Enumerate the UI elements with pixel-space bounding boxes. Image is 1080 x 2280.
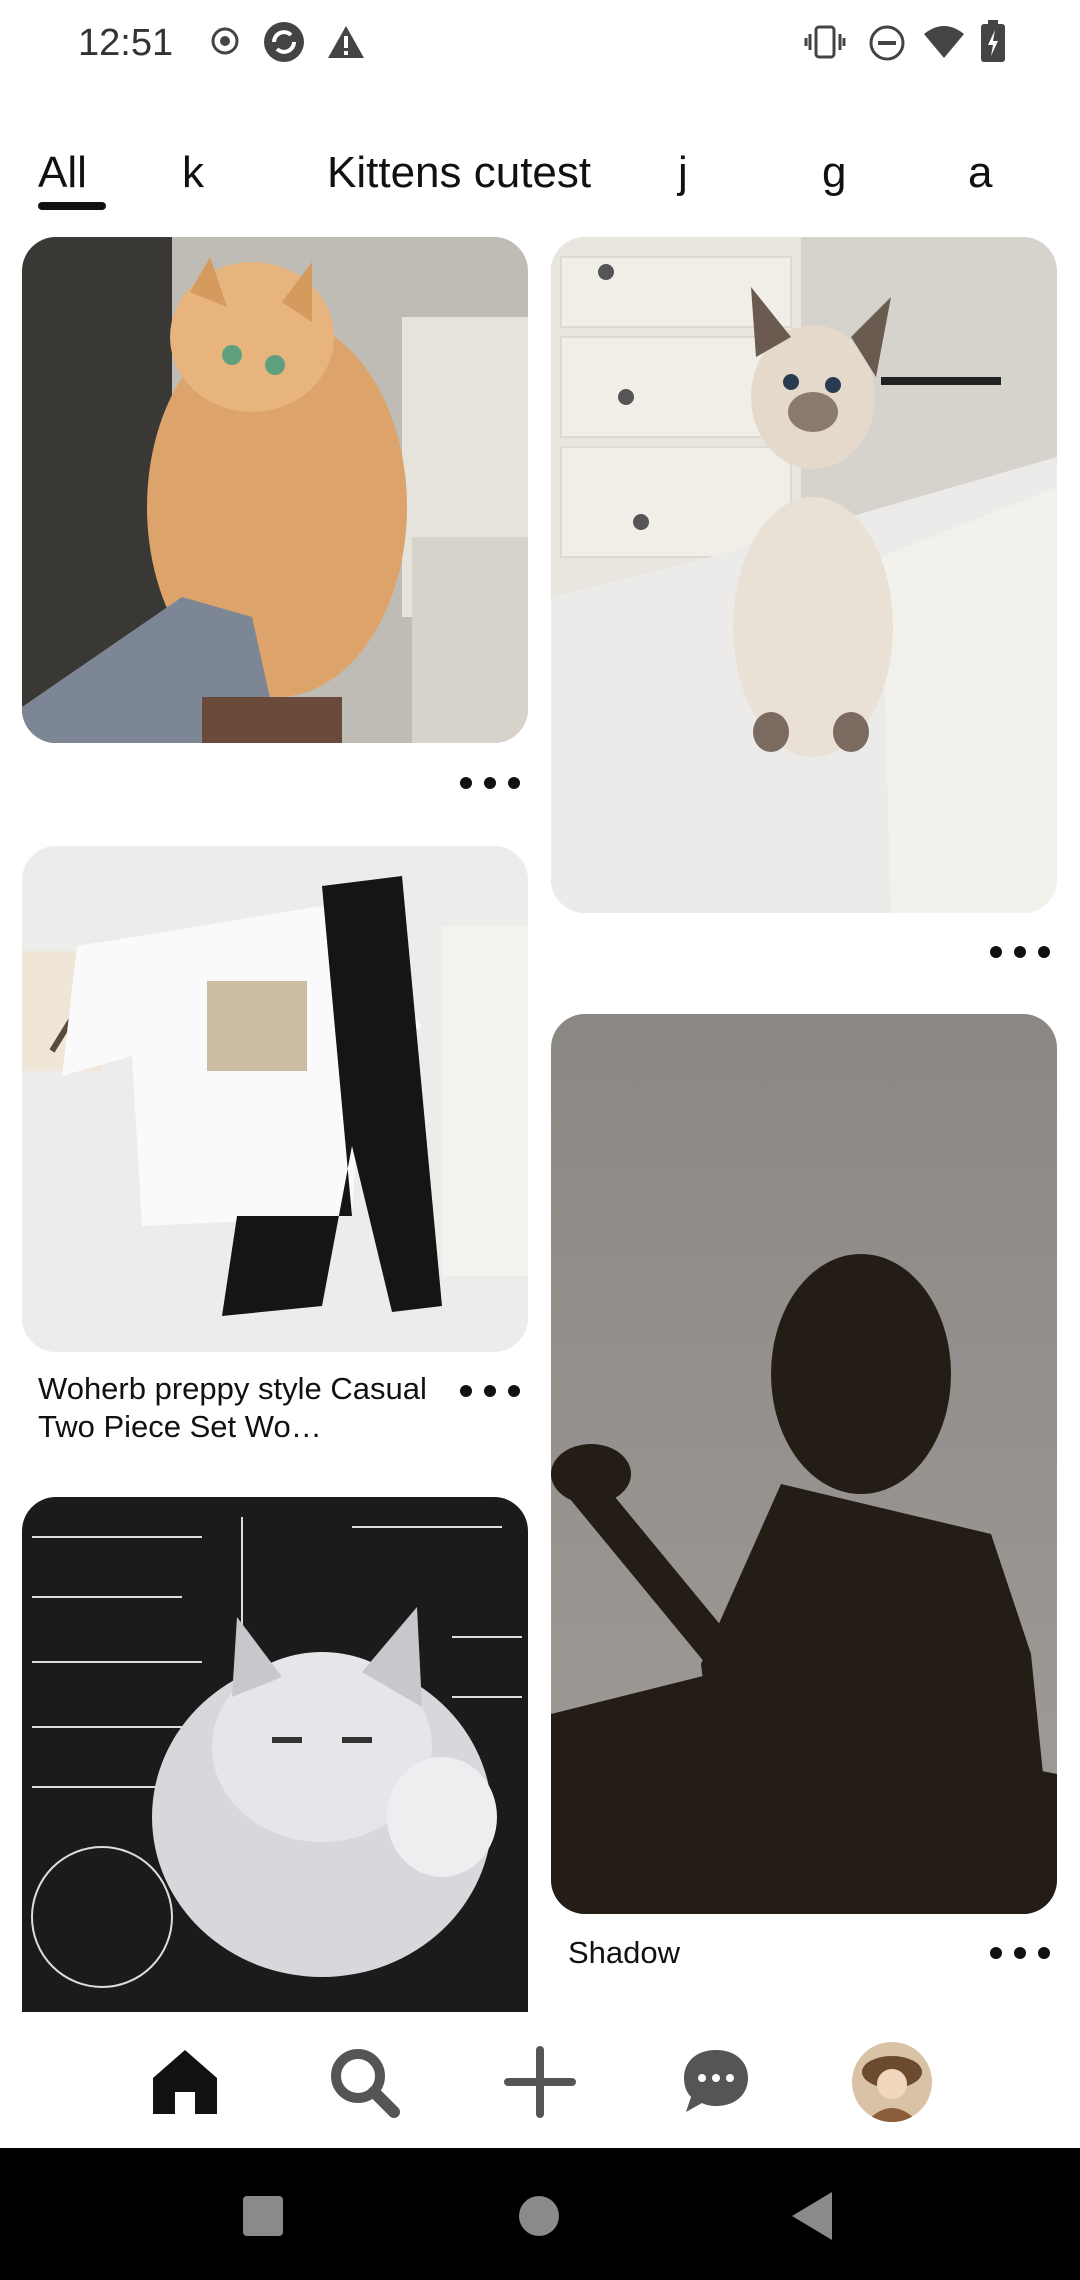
pin-more-options-button[interactable]: [990, 1938, 1050, 1968]
tab-k[interactable]: k: [182, 148, 204, 198]
vibrate-icon: [804, 24, 846, 65]
sync-icon: [262, 20, 306, 69]
board-filter-tabs: All k Kittens cutest j g a: [0, 130, 1080, 220]
do-not-disturb-icon: [868, 24, 906, 67]
pin-more-options-button[interactable]: [460, 1376, 520, 1406]
record-icon: [208, 24, 242, 63]
search-icon[interactable]: [324, 2042, 404, 2122]
messages-icon[interactable]: [676, 2042, 756, 2122]
pin-image-outfit[interactable]: [22, 846, 528, 1352]
pin-title[interactable]: Woherb preppy style Casual Two Piece Set…: [38, 1370, 458, 1446]
tab-kittens-cutest[interactable]: Kittens cutest: [327, 148, 591, 198]
pin-title[interactable]: Shadow: [568, 1934, 680, 1972]
bottom-navigation-bar: [0, 2012, 1080, 2148]
pin-more-options-button[interactable]: [990, 937, 1050, 967]
profile-avatar[interactable]: [852, 2042, 932, 2122]
back-button[interactable]: [792, 2192, 832, 2240]
tab-g[interactable]: g: [822, 148, 846, 198]
pin-image-fluffy-cat[interactable]: [22, 237, 528, 743]
pin-image-math-cat[interactable]: [22, 1497, 528, 2012]
home-system-button[interactable]: [519, 2196, 559, 2236]
battery-charging-icon: [980, 20, 1006, 69]
recent-apps-button[interactable]: [243, 2196, 283, 2236]
selected-tab-indicator: [38, 202, 106, 210]
pin-image-siamese-kitten[interactable]: [551, 237, 1057, 913]
status-bar: 12:51: [0, 0, 1080, 90]
status-time: 12:51: [78, 22, 174, 64]
warning-icon: [326, 24, 366, 65]
tab-j[interactable]: j: [678, 148, 688, 198]
tab-all[interactable]: All: [38, 148, 87, 198]
pin-image-guitar-shadow[interactable]: [551, 1014, 1057, 1914]
home-icon[interactable]: [145, 2042, 225, 2122]
wifi-icon: [922, 24, 966, 65]
system-navigation-bar: [0, 2148, 1080, 2280]
pin-more-options-button[interactable]: [460, 768, 520, 798]
tab-a[interactable]: a: [968, 148, 992, 198]
create-plus-icon[interactable]: [500, 2042, 580, 2122]
